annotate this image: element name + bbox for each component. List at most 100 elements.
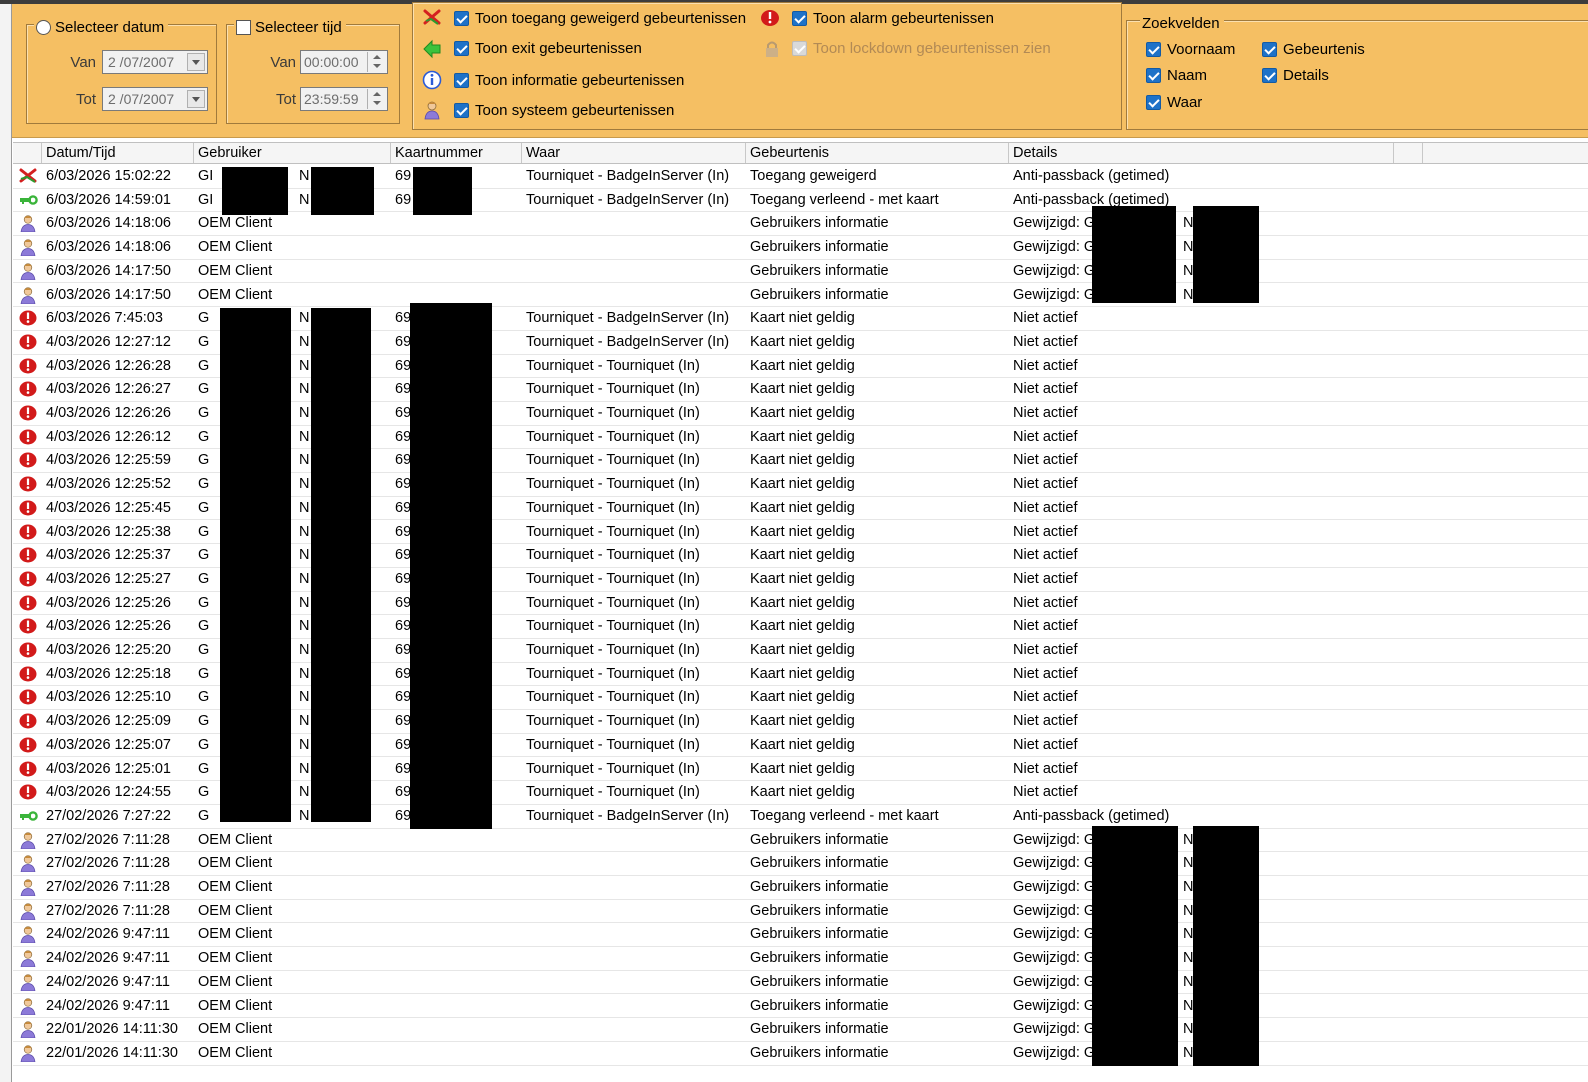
cell-details: Anti-passback (getimed) [1013,807,1170,824]
table-row[interactable]: 24/02/2026 9:47:11 OEM Client Gebruikers i… [13,923,1588,948]
search-field-waar-label: Waar [1167,94,1203,111]
cell-where: Tourniquet - Tourniquet (In) [526,547,700,564]
cell-event: Kaart niet geldig [750,310,855,327]
column-header-card[interactable]: Kaartnummer [391,143,522,163]
cell-event: Gebruikers informatie [750,215,889,232]
chevron-down-icon[interactable] [187,90,205,108]
table-row[interactable]: 22/01/2026 14:11:30 OEM Client Gebruikers … [13,1042,1588,1066]
cell-datetime: 27/02/2026 7:11:28 [46,855,170,872]
cell-where: Tourniquet - Tourniquet (In) [526,476,700,493]
alarm-icon [19,476,37,492]
column-header-where[interactable]: Waar [522,143,746,163]
search-field-voornaam[interactable]: Voornaam [1146,41,1235,58]
cell-user: OEM Client [198,855,273,872]
cell-user: OEM Client [198,239,273,256]
cell-datetime: 6/03/2026 14:18:06 [46,215,171,232]
column-header-event[interactable]: Gebeurtenis [746,143,1009,163]
time-from-spinner[interactable]: 00:00:00 [300,50,388,74]
toggle-info[interactable]: Toon informatie gebeurtenissen [454,72,684,89]
date-to-picker[interactable]: 2 /07/2007 [102,87,208,111]
cell-datetime: 4/03/2026 12:26:28 [46,357,171,374]
date-filter-radio[interactable]: Selecteer datum [34,19,169,36]
table-row[interactable]: 6/03/2026 14:18:06 OEM Client Gebruikers i… [13,236,1588,260]
cell-datetime: 27/02/2026 7:11:28 [46,831,170,848]
access-granted-key-icon [20,811,38,821]
radio-circle [36,20,51,35]
spinner-buttons[interactable] [367,89,386,109]
cell-where [522,995,746,1018]
cell-event: Kaart niet geldig [750,452,855,469]
column-header-datetime[interactable]: Datum/Tijd [42,143,194,163]
alarm-icon [19,381,37,397]
checkbox-checked [1146,68,1161,83]
system-user-icon [424,101,440,120]
checkbox-checked-disabled [792,41,807,56]
cell-event: Gebruikers informatie [750,239,889,256]
table-row[interactable]: 24/02/2026 9:47:11 OEM Client Gebruikers i… [13,947,1588,971]
cell-datetime: 4/03/2026 12:26:27 [46,381,171,398]
alarm-icon [19,547,37,563]
column-header-extra[interactable] [1394,143,1423,163]
table-row[interactable]: 6/03/2026 14:17:50 OEM Client Gebruikers i… [13,260,1588,284]
alarm-icon [19,666,37,682]
table-row[interactable]: 6/03/2026 14:17:50 OEM Client Gebruikers i… [13,284,1588,308]
chevron-down-icon[interactable] [187,53,205,71]
table-row[interactable]: 27/02/2026 7:11:28 OEM Client Gebruikers i… [13,900,1588,924]
time-to-spinner[interactable]: 23:59:59 [300,87,388,111]
checkbox-checked [454,41,469,56]
table-row[interactable]: 24/02/2026 9:47:11 OEM Client Gebruikers i… [13,971,1588,995]
cell-card [391,212,522,235]
toggle-system[interactable]: Toon systeem gebeurtenissen [454,102,674,119]
cell-where: Tourniquet - BadgeInServer (In) [526,168,730,184]
alarm-icon [19,310,37,326]
system-user-icon [20,1045,36,1062]
checkbox-checked [454,73,469,88]
search-field-details[interactable]: Details [1262,67,1329,84]
cell-event: Kaart niet geldig [750,618,855,635]
cell-user: OEM Client [198,926,273,943]
column-header-icon[interactable] [13,143,42,163]
cell-where [522,1042,746,1065]
cell-where: Tourniquet - Tourniquet (In) [526,784,700,801]
search-field-naam-label: Naam [1167,67,1208,84]
column-header-user[interactable]: Gebruiker [194,143,391,163]
table-row[interactable]: 27/02/2026 7:11:28 OEM Client Gebruikers i… [13,852,1588,876]
cell-where: Tourniquet - BadgeInServer (In) [526,333,730,350]
cell-user: OEM Client [198,831,273,848]
alarm-icon [19,334,37,350]
alarm-icon [19,713,37,729]
toggle-alarm[interactable]: Toon alarm gebeurtenissen [792,10,994,27]
alarm-icon [19,358,37,374]
cell-details: Niet actief [1013,310,1078,327]
column-header-details[interactable]: Details [1009,143,1394,163]
system-user-icon [20,263,36,280]
cell-details: Niet actief [1013,499,1078,516]
cell-where [522,923,746,946]
table-row[interactable]: 27/02/2026 7:11:28 OEM Client Gebruikers i… [13,829,1588,853]
system-user-icon [20,926,36,944]
cell-where: Tourniquet - Tourniquet (In) [526,618,700,635]
lock-icon [766,41,778,57]
date-from-picker[interactable]: 2 /07/2007 [102,50,208,74]
spinner-buttons[interactable] [367,52,386,72]
search-field-naam[interactable]: Naam [1146,67,1207,84]
cell-datetime: 4/03/2026 12:25:37 [46,547,171,564]
toggle-lockdown-label: Toon lockdown gebeurtenissen zien [813,40,1051,57]
alarm-icon [19,595,37,611]
time-filter-checkbox[interactable]: Selecteer tijd [234,19,346,36]
cell-where [522,900,746,923]
table-row[interactable]: 6/03/2026 14:18:06 OEM Client Gebruikers i… [13,212,1588,237]
cell-event: Kaart niet geldig [750,547,855,564]
toggle-exit[interactable]: Toon exit gebeurtenissen [454,40,642,57]
toggle-access-denied[interactable]: Toon toegang geweigerd gebeurtenissen [454,10,746,27]
cell-event: Kaart niet geldig [750,523,855,540]
redaction-block [1092,826,1178,1066]
table-row[interactable]: 27/02/2026 7:11:28 OEM Client Gebruikers i… [13,876,1588,900]
table-row[interactable]: 24/02/2026 9:47:11 OEM Client Gebruikers i… [13,995,1588,1019]
search-field-waar[interactable]: Waar [1146,94,1202,111]
search-field-gebeurtenis[interactable]: Gebeurtenis [1262,41,1365,58]
cell-event: Kaart niet geldig [750,405,855,421]
table-row[interactable]: 22/01/2026 14:11:30 OEM Client Gebruikers … [13,1018,1588,1042]
cell-details: Niet actief [1013,381,1078,398]
events-grid[interactable]: Datum/Tijd Gebruiker Kaartnummer Waar Ge… [13,142,1588,1082]
